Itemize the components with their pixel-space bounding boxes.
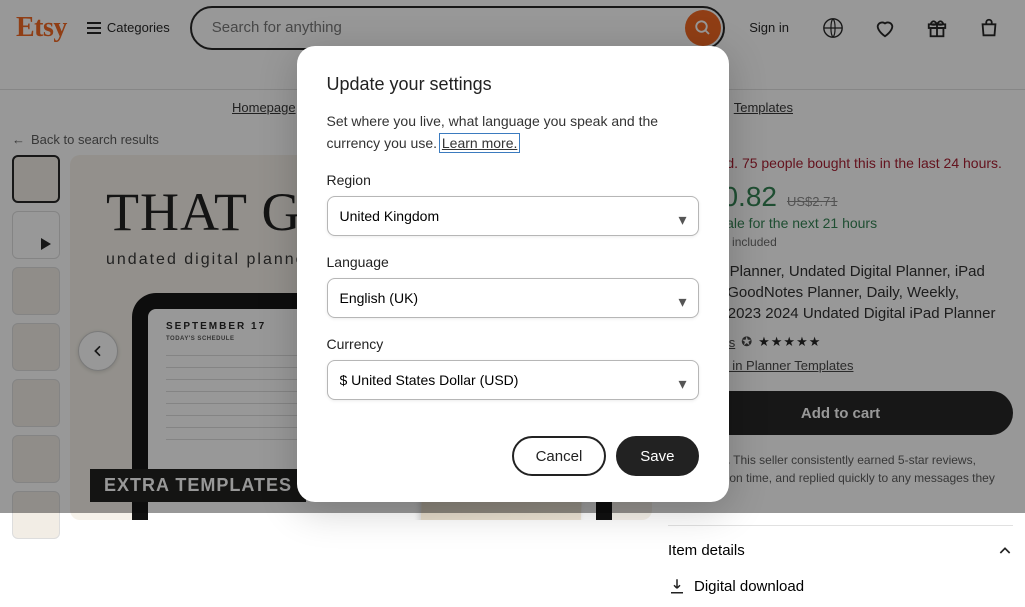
region-label: Region <box>327 172 699 188</box>
save-button[interactable]: Save <box>616 436 698 476</box>
currency-select[interactable]: $ United States Dollar (USD) <box>327 360 699 400</box>
acc-label: Item details <box>668 542 745 559</box>
accordion: Item details Digital download <box>668 525 1013 607</box>
accordion-digital-download[interactable]: Digital download <box>668 571 1013 607</box>
modal-title: Update your settings <box>327 74 699 95</box>
cancel-button[interactable]: Cancel <box>512 436 607 476</box>
modal-description: Set where you live, what language you sp… <box>327 111 699 154</box>
chevron-up-icon <box>997 543 1013 559</box>
acc-label: Digital download <box>694 578 804 595</box>
language-label: Language <box>327 254 699 270</box>
learn-more-link[interactable]: Learn more. <box>441 135 518 151</box>
region-select[interactable]: United Kingdom <box>327 196 699 236</box>
download-icon <box>668 577 686 595</box>
currency-label: Currency <box>327 336 699 352</box>
language-select[interactable]: English (UK) <box>327 278 699 318</box>
accordion-item-details[interactable]: Item details <box>668 526 1013 571</box>
settings-modal: Update your settings Set where you live,… <box>297 46 729 502</box>
